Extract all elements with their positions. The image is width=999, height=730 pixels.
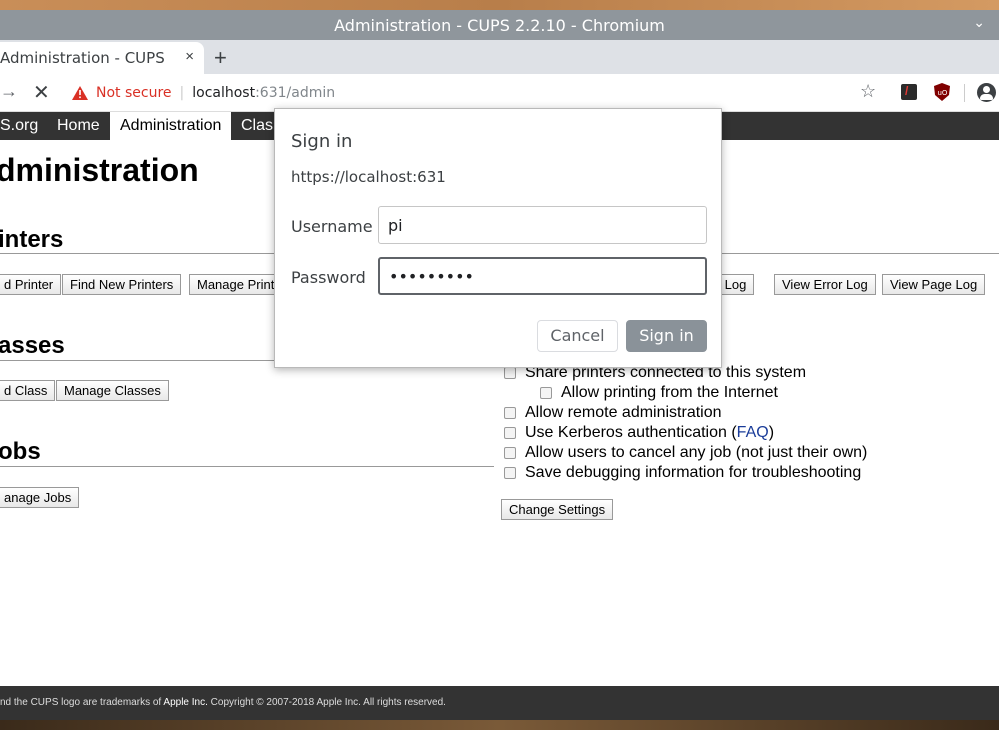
allow-internet-label: Allow printing from the Internet bbox=[561, 384, 778, 401]
manage-jobs-button[interactable]: anage Jobs bbox=[0, 487, 80, 508]
nav-home[interactable]: Home bbox=[47, 112, 110, 140]
page-footer: nd the CUPS logo are trademarks of Apple… bbox=[0, 686, 999, 720]
kerberos-label: Use Kerberos authentication ( bbox=[525, 424, 737, 441]
forward-arrow-icon[interactable]: → bbox=[0, 81, 18, 102]
nav-cups-org[interactable]: S.org bbox=[0, 112, 48, 140]
add-printer-button[interactable]: d Printer bbox=[0, 274, 62, 295]
cancel-any-job-checkbox[interactable] bbox=[504, 447, 516, 459]
kerberos-option[interactable]: Use Kerberos authentication (FAQ) bbox=[504, 424, 774, 442]
manage-classes-button[interactable]: Manage Classes bbox=[56, 380, 169, 401]
sign-in-button[interactable]: Sign in bbox=[626, 320, 707, 352]
svg-text:uO: uO bbox=[938, 89, 948, 97]
debug-logging-label: Save debugging information for troublesh… bbox=[525, 464, 862, 481]
share-printers-checkbox[interactable] bbox=[504, 367, 516, 379]
debug-logging-checkbox[interactable] bbox=[504, 467, 516, 479]
jobs-heading: obs bbox=[0, 438, 41, 465]
footer-prefix: nd the CUPS logo are trademarks of bbox=[0, 697, 164, 708]
window-titlebar[interactable]: Administration - CUPS 2.2.10 - Chromium … bbox=[0, 10, 999, 40]
jobs-rule bbox=[0, 466, 494, 467]
printers-heading: inters bbox=[0, 226, 64, 253]
add-class-button[interactable]: d Class bbox=[0, 380, 56, 401]
url-host: localhost bbox=[192, 85, 256, 101]
password-label: Password bbox=[291, 268, 366, 287]
tab-close-icon[interactable]: × bbox=[185, 48, 194, 65]
address-divider: | bbox=[179, 85, 185, 101]
tab-strip: Administration - CUPS 2.2.10 × + bbox=[0, 40, 999, 74]
ublock-origin-icon[interactable]: uO bbox=[934, 83, 950, 101]
remote-admin-checkbox[interactable] bbox=[504, 407, 516, 419]
remote-admin-option[interactable]: Allow remote administration bbox=[504, 404, 722, 422]
stop-loading-icon[interactable]: ✕ bbox=[33, 80, 50, 105]
cancel-any-job-label: Allow users to cancel any job (not just … bbox=[525, 444, 868, 461]
remote-admin-label: Allow remote administration bbox=[525, 404, 722, 421]
kerberos-label-close: ) bbox=[768, 424, 775, 441]
debug-logging-option[interactable]: Save debugging information for troublesh… bbox=[504, 464, 861, 482]
desktop-background bbox=[0, 0, 999, 10]
extension-icon[interactable]: / bbox=[901, 84, 917, 100]
new-tab-icon[interactable]: + bbox=[214, 45, 227, 71]
page-title: dministration bbox=[0, 152, 199, 188]
bookmark-star-icon[interactable]: ☆ bbox=[860, 81, 876, 102]
cancel-button[interactable]: Cancel bbox=[537, 320, 618, 352]
view-page-log-button[interactable]: View Page Log bbox=[882, 274, 986, 295]
username-field[interactable] bbox=[378, 206, 707, 244]
faq-link[interactable]: FAQ bbox=[737, 424, 769, 442]
kerberos-checkbox[interactable] bbox=[504, 427, 516, 439]
window-title: Administration - CUPS 2.2.10 - Chromium bbox=[334, 15, 665, 35]
tab-administration[interactable]: Administration - CUPS 2.2.10 × bbox=[0, 42, 204, 74]
toolbar-divider bbox=[964, 84, 965, 102]
address-bar[interactable]: Not secure | localhost:631/admin bbox=[62, 78, 892, 108]
profile-avatar-icon[interactable] bbox=[977, 83, 996, 102]
footer-apple-link[interactable]: Apple Inc. bbox=[163, 697, 207, 708]
url-path: :631/admin bbox=[255, 85, 336, 101]
sign-in-dialog: Sign in https://localhost:631 Username P… bbox=[274, 108, 722, 368]
password-field[interactable] bbox=[378, 257, 707, 295]
window-menu-chevron-icon[interactable]: ⌄ bbox=[973, 15, 985, 31]
allow-internet-checkbox[interactable] bbox=[540, 387, 552, 399]
not-secure-label[interactable]: Not secure bbox=[96, 85, 172, 101]
nav-administration[interactable]: Administration bbox=[110, 112, 232, 140]
change-settings-button[interactable]: Change Settings bbox=[501, 499, 614, 520]
classes-heading: asses bbox=[0, 332, 65, 359]
tab-title: Administration - CUPS 2.2.10 bbox=[0, 49, 170, 67]
dialog-title: Sign in bbox=[291, 131, 353, 152]
find-new-printers-button[interactable]: Find New Printers bbox=[62, 274, 182, 295]
browser-toolbar: → ✕ Not secure | localhost:631/admin ☆ /… bbox=[0, 74, 999, 112]
view-error-log-button[interactable]: View Error Log bbox=[774, 274, 876, 295]
warning-icon bbox=[72, 86, 88, 100]
footer-copyright: Copyright © 2007-2018 Apple Inc. All rig… bbox=[207, 697, 446, 708]
username-label: Username bbox=[291, 217, 373, 236]
cancel-any-job-option[interactable]: Allow users to cancel any job (not just … bbox=[504, 444, 867, 462]
dialog-origin: https://localhost:631 bbox=[291, 168, 446, 186]
allow-internet-option[interactable]: Allow printing from the Internet bbox=[540, 384, 778, 402]
desktop-background-bottom bbox=[0, 720, 999, 730]
manage-printers-button[interactable]: Manage Print bbox=[189, 274, 283, 295]
